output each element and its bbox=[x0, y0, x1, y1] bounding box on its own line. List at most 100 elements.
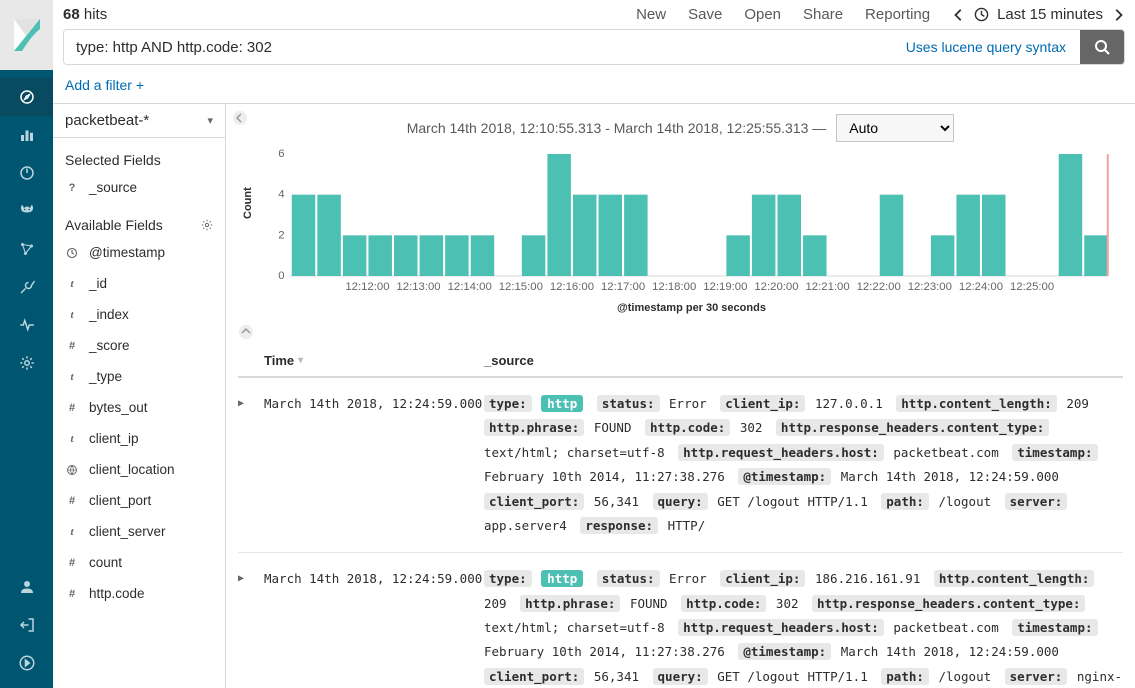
field-name: _index bbox=[89, 307, 129, 322]
field-type-icon: # bbox=[65, 402, 79, 414]
add-filter-button[interactable]: Add a filter + bbox=[65, 77, 144, 93]
nav-collapse-icon[interactable] bbox=[0, 644, 53, 682]
nav-visualize-icon[interactable] bbox=[0, 116, 53, 154]
field-name: client_ip bbox=[89, 431, 139, 446]
field-name: http.code bbox=[89, 586, 145, 601]
nav-logout-icon[interactable] bbox=[0, 606, 53, 644]
chart-header: March 14th 2018, 12:10:55.313 - March 14… bbox=[226, 104, 1135, 142]
selected-fields-header: Selected Fields bbox=[53, 138, 225, 172]
field-name: count bbox=[89, 555, 122, 570]
hits-count: 68 hits bbox=[63, 6, 107, 23]
interval-select[interactable]: Auto bbox=[836, 114, 954, 142]
svg-text:12:15:00: 12:15:00 bbox=[499, 281, 543, 293]
nav-dashboard-icon[interactable] bbox=[0, 154, 53, 192]
svg-text:12:20:00: 12:20:00 bbox=[754, 281, 798, 293]
row-time: March 14th 2018, 12:24:59.000 bbox=[264, 567, 484, 688]
doc-table: Time▾ _source ▶March 14th 2018, 12:24:59… bbox=[226, 343, 1135, 688]
nav-user-icon[interactable] bbox=[0, 568, 53, 606]
nav-discover-icon[interactable] bbox=[0, 78, 53, 116]
kibana-logo[interactable] bbox=[0, 0, 53, 70]
field-type-icon: t bbox=[65, 526, 79, 538]
field-row[interactable]: t _index bbox=[53, 299, 225, 330]
new-button[interactable]: New bbox=[636, 6, 666, 23]
fields-sidebar: packetbeat-* ▾ Selected Fields ?_source … bbox=[53, 104, 226, 688]
svg-text:12:19:00: 12:19:00 bbox=[703, 281, 747, 293]
field-row[interactable]: t client_ip bbox=[53, 423, 225, 454]
nav-timelion-icon[interactable] bbox=[0, 192, 53, 230]
field-name: _score bbox=[89, 338, 130, 353]
svg-text:12:25:00: 12:25:00 bbox=[1010, 281, 1054, 293]
field-type-icon: # bbox=[65, 557, 79, 569]
expand-row-icon[interactable]: ▶ bbox=[238, 392, 264, 538]
nav-management-icon[interactable] bbox=[0, 344, 53, 382]
field-row[interactable]: client_location bbox=[53, 454, 225, 485]
field-type-icon: t bbox=[65, 278, 79, 290]
svg-text:6: 6 bbox=[278, 148, 284, 160]
field-row[interactable]: # client_port bbox=[53, 485, 225, 516]
row-time: March 14th 2018, 12:24:59.000 bbox=[264, 392, 484, 538]
svg-text:12:16:00: 12:16:00 bbox=[550, 281, 594, 293]
svg-text:12:22:00: 12:22:00 bbox=[857, 281, 901, 293]
histogram-chart[interactable]: Count 024612:12:0012:13:0012:14:0012:15:… bbox=[226, 142, 1135, 318]
nav-graph-icon[interactable] bbox=[0, 230, 53, 268]
svg-text:2: 2 bbox=[278, 229, 284, 241]
field-name: _id bbox=[89, 276, 107, 291]
expand-row-icon[interactable]: ▶ bbox=[238, 567, 264, 688]
query-bar: Uses lucene query syntax bbox=[63, 29, 1125, 65]
open-button[interactable]: Open bbox=[744, 6, 781, 23]
field-row[interactable]: ? _source bbox=[53, 172, 225, 203]
chart-time-range: March 14th 2018, 12:10:55.313 - March 14… bbox=[407, 120, 827, 136]
content-area: March 14th 2018, 12:10:55.313 - March 14… bbox=[226, 104, 1135, 688]
svg-text:12:18:00: 12:18:00 bbox=[652, 281, 696, 293]
field-type-icon: ? bbox=[65, 182, 79, 194]
filter-bar: Add a filter + bbox=[53, 73, 1135, 103]
doc-table-header: Time▾ _source bbox=[238, 343, 1123, 378]
field-row[interactable]: # bytes_out bbox=[53, 392, 225, 423]
scroll-up-icon[interactable] bbox=[226, 318, 1135, 343]
field-type-icon bbox=[65, 247, 79, 259]
query-input[interactable] bbox=[64, 30, 892, 64]
field-type-icon: t bbox=[65, 371, 79, 383]
field-type-icon: t bbox=[65, 309, 79, 321]
field-name: _source bbox=[89, 180, 137, 195]
index-pattern-select[interactable]: packetbeat-* ▾ bbox=[53, 104, 225, 138]
gear-icon[interactable] bbox=[201, 219, 213, 231]
svg-text:4: 4 bbox=[278, 189, 284, 201]
chevron-left-icon[interactable] bbox=[952, 8, 966, 22]
index-pattern-label: packetbeat-* bbox=[65, 112, 149, 129]
field-row[interactable]: # count bbox=[53, 547, 225, 578]
svg-text:12:17:00: 12:17:00 bbox=[601, 281, 645, 293]
save-button[interactable]: Save bbox=[688, 6, 722, 23]
field-row[interactable]: t_type bbox=[53, 361, 225, 392]
available-fields-header: Available Fields bbox=[53, 203, 225, 237]
field-name: client_port bbox=[89, 493, 151, 508]
col-header-time[interactable]: Time▾ bbox=[264, 353, 484, 368]
field-type-icon: t bbox=[65, 433, 79, 445]
topbar: 68 hits New Save Open Share Reporting La… bbox=[53, 0, 1135, 29]
field-name: client_location bbox=[89, 462, 175, 477]
field-name: bytes_out bbox=[89, 400, 148, 415]
field-row[interactable]: t client_server bbox=[53, 516, 225, 547]
search-button[interactable] bbox=[1080, 30, 1124, 64]
share-button[interactable]: Share bbox=[803, 6, 843, 23]
svg-text:12:14:00: 12:14:00 bbox=[448, 281, 492, 293]
field-row[interactable]: #http.code bbox=[53, 578, 225, 609]
field-row[interactable]: #_score bbox=[53, 330, 225, 361]
lucene-hint-link[interactable]: Uses lucene query syntax bbox=[892, 39, 1080, 55]
time-picker[interactable]: Last 15 minutes bbox=[952, 6, 1125, 23]
nav-monitoring-icon[interactable] bbox=[0, 306, 53, 344]
field-name: client_server bbox=[89, 524, 166, 539]
row-source: type: http status: Error client_ip: 186.… bbox=[484, 567, 1123, 688]
time-range-label: Last 15 minutes bbox=[997, 6, 1103, 23]
field-row[interactable]: @timestamp bbox=[53, 237, 225, 268]
col-header-source[interactable]: _source bbox=[484, 353, 1123, 368]
chevron-right-icon[interactable] bbox=[1111, 8, 1125, 22]
row-source: type: http status: Error client_ip: 127.… bbox=[484, 392, 1123, 538]
reporting-button[interactable]: Reporting bbox=[865, 6, 930, 23]
nav-devtools-icon[interactable] bbox=[0, 268, 53, 306]
svg-text:12:12:00: 12:12:00 bbox=[345, 281, 389, 293]
chart-xlabel: @timestamp per 30 seconds bbox=[268, 298, 1115, 314]
field-row[interactable]: t _id bbox=[53, 268, 225, 299]
field-name: @timestamp bbox=[89, 245, 165, 260]
field-type-icon: # bbox=[65, 495, 79, 507]
